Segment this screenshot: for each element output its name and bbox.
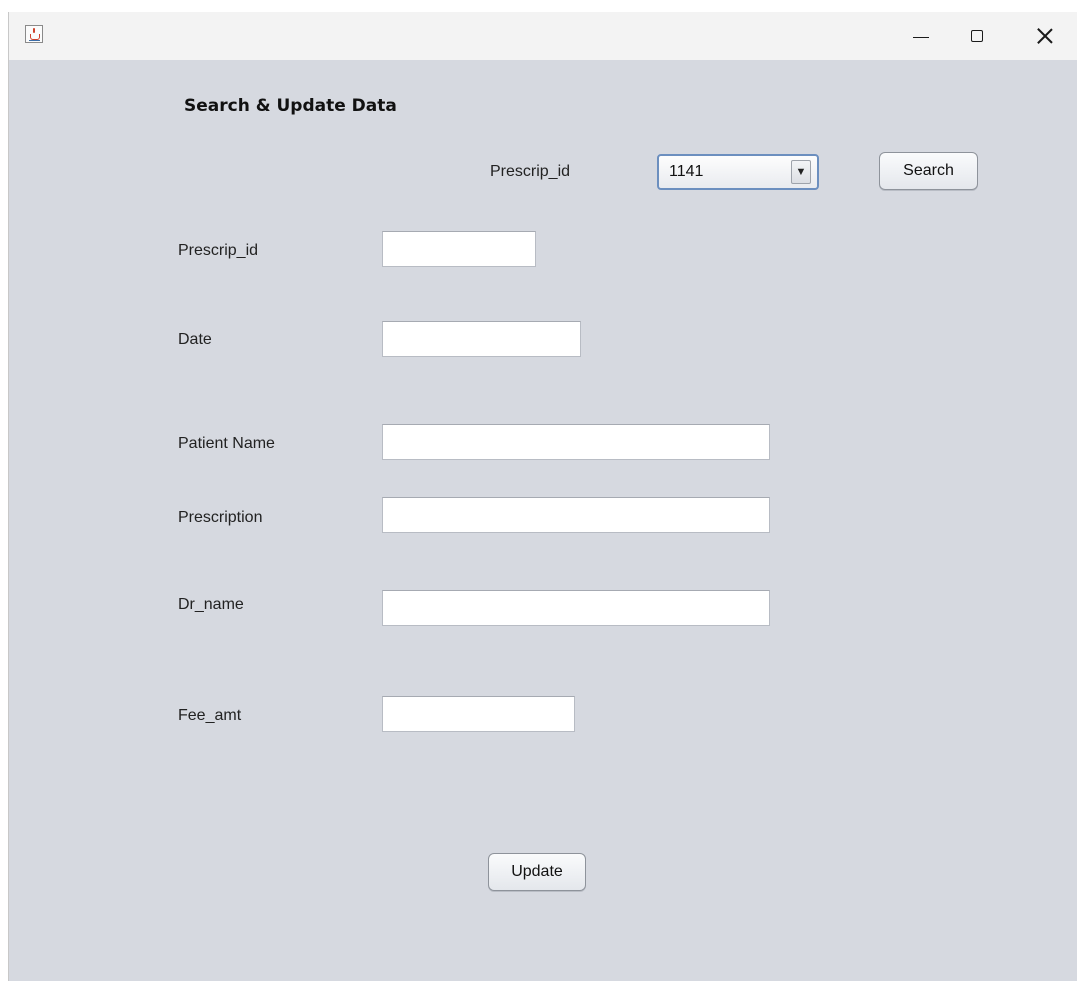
prescription-label: Prescription — [178, 509, 263, 526]
fee-amt-field[interactable] — [382, 696, 575, 732]
maximize-button[interactable] — [949, 12, 1005, 60]
title-bar[interactable] — [9, 12, 1077, 60]
prescrip-id-field[interactable] — [382, 231, 536, 267]
prescription-field[interactable] — [382, 497, 770, 533]
update-button[interactable]: Update — [488, 853, 586, 891]
prescrip-id-label: Prescrip_id — [178, 242, 259, 259]
maximize-icon — [971, 30, 983, 42]
chevron-down-icon[interactable]: ▼ — [791, 160, 811, 184]
search-button[interactable]: Search — [879, 152, 978, 190]
close-button[interactable] — [1017, 12, 1073, 60]
date-field[interactable] — [382, 321, 581, 357]
minimize-button[interactable] — [893, 12, 949, 60]
dr-name-label: Dr_name — [178, 596, 244, 613]
dropdown-selected-value: 1141 — [669, 163, 704, 180]
patient-name-field[interactable] — [382, 424, 770, 460]
page-title: Search & Update Data — [184, 96, 397, 116]
search-id-label: Prescrip_id — [490, 163, 571, 180]
app-window: Search & Update Data Prescrip_id 1141 ▼ … — [8, 12, 1077, 981]
java-cup-icon[interactable] — [25, 25, 43, 43]
minimize-icon — [913, 36, 929, 38]
close-icon — [1037, 28, 1053, 44]
fee-amt-label: Fee_amt — [178, 707, 242, 724]
date-label: Date — [178, 331, 212, 348]
form-panel: Search & Update Data Prescrip_id 1141 ▼ … — [9, 60, 1077, 981]
prescrip-id-dropdown[interactable]: 1141 ▼ — [657, 154, 819, 190]
patient-name-label: Patient Name — [178, 435, 275, 452]
dr-name-field[interactable] — [382, 590, 770, 626]
